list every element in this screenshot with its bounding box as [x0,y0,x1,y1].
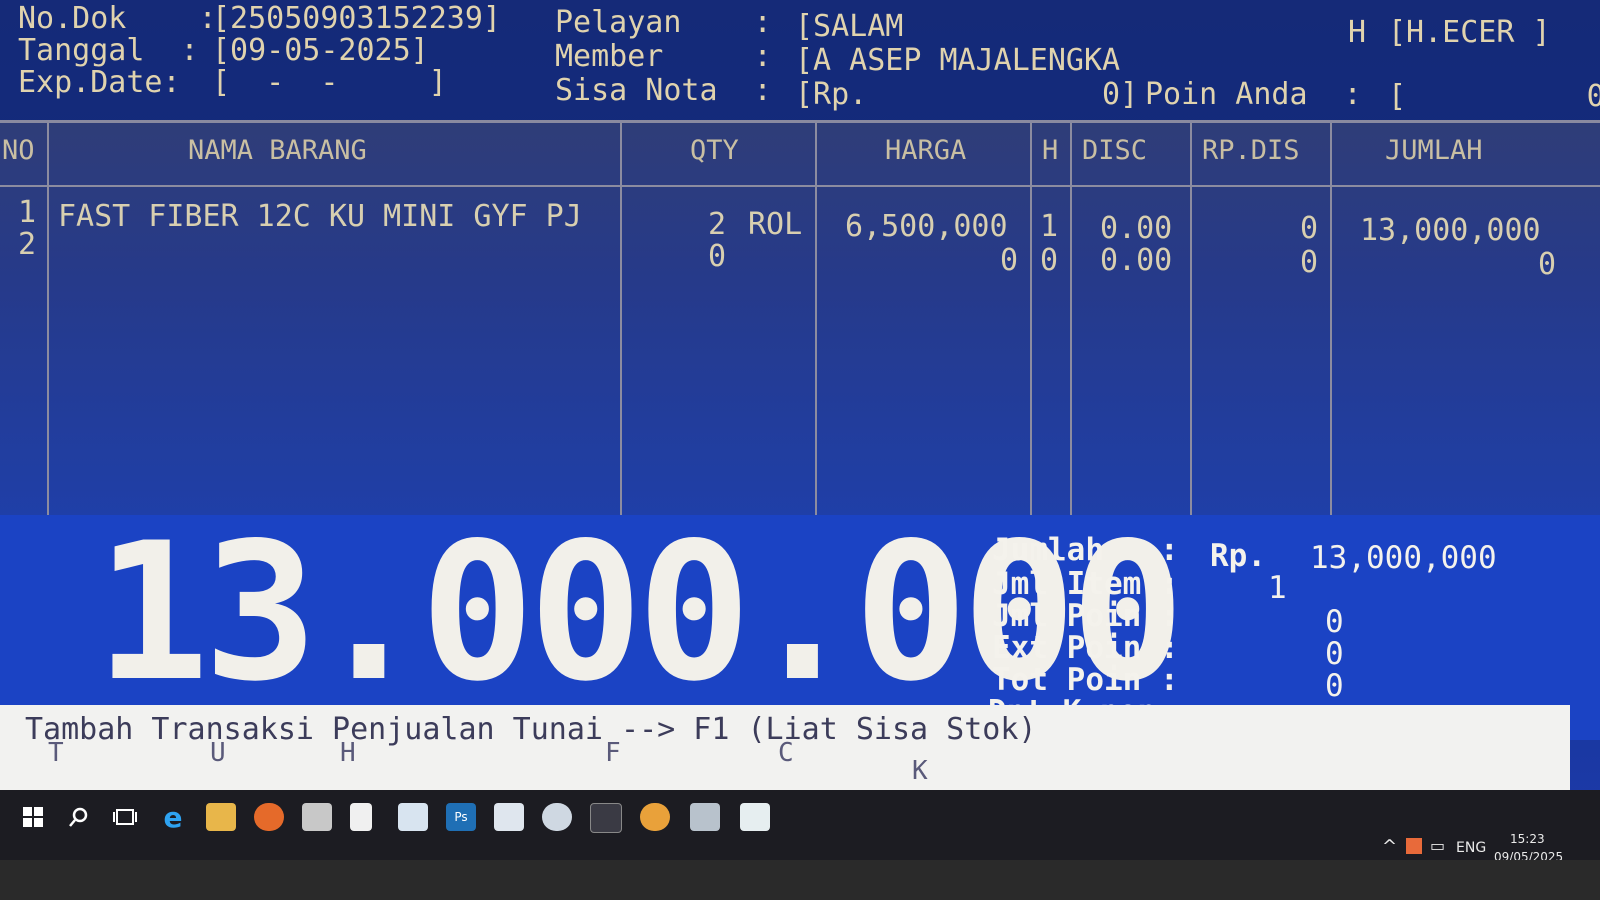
no-dok-label: No.Dok : [18,1,217,36]
row-no: 2 [18,227,37,262]
hotkey-h: H [340,738,356,768]
jml-item-value: 1 [1268,570,1287,606]
pelayan-field[interactable]: [SALAM [795,12,903,42]
exp-date-label: Exp.Date: [18,65,181,100]
no-dok-field[interactable]: [25050903152239] [212,4,501,34]
app-icon-4[interactable] [542,803,572,831]
pelayan-label: Pelayan : [555,5,772,40]
search-icon[interactable] [64,803,94,831]
row-harga: 0 [1000,243,1019,278]
jml-item-label: Jml Item : [992,566,1179,602]
row-nama-barang: FAST FIBER 12C KU MINI GYF PJ [58,199,582,234]
poin-anda-field: [ 0] [1388,79,1600,114]
jml-poin-label: Jml Poin : [992,598,1179,634]
jumlah-value: 13,000,000 [1310,540,1497,576]
app-icon-3[interactable] [494,803,524,831]
ext-poin-label: Ext Poin : [992,630,1179,666]
ext-poin-value: 0 [1325,636,1344,672]
tot-poin-value: 0 [1325,668,1344,704]
col-header-disc: DISC [1082,135,1148,166]
row-unit: ROL [748,207,803,242]
row-qty: 2 [708,207,727,242]
row-h: 1 [1040,209,1059,244]
row-jumlah: 13,000,000 [1360,213,1541,248]
sisa-nota-label: Sisa Nota : [555,73,772,108]
file-explorer-icon[interactable] [206,803,236,831]
row-rp-dis: 0 [1300,245,1319,280]
tray-app-icon[interactable] [1406,838,1422,854]
network-icon[interactable]: ▭ [1430,836,1445,855]
chrome-icon[interactable] [640,803,670,831]
row-disc: 0.00 [1100,211,1173,246]
row-harga: 6,500,000 [845,209,1008,244]
col-header-nama-barang: NAMA BARANG [188,135,367,166]
row-qty: 0 [708,239,727,274]
hotkey-u: U [210,738,226,768]
row-h: 0 [1040,243,1059,278]
member-label: Member : [555,39,772,74]
member-field[interactable]: [A ASEP MAJALENGKA [795,46,1120,76]
app-icon-5[interactable] [690,803,720,831]
jumlah-label: Jumlah : [992,532,1179,568]
hotkey-f: F [605,738,621,768]
poin-anda-label: Poin Anda : [1145,77,1362,112]
firefox-icon[interactable] [254,803,284,831]
task-view-icon[interactable] [110,803,140,831]
chevron-up-icon[interactable]: ^ [1382,836,1397,857]
harga-type-label: H [1348,15,1367,50]
exp-date-field[interactable]: [ - - ] [212,68,447,98]
jumlah-currency: Rp. [1210,538,1266,574]
tot-poin-label: Tot Poin : [992,662,1179,698]
hotkey-k: K [912,756,928,786]
terminal-icon[interactable] [590,803,622,833]
windows-taskbar [0,790,1600,860]
col-header-no: NO [2,135,35,166]
row-rp-dis: 0 [1300,211,1319,246]
pos-screen: No.Dok : [25050903152239] Tanggal : [09-… [0,0,1600,810]
tanggal-label: Tanggal : [18,33,199,68]
edge-browser-icon[interactable]: e [158,801,188,834]
app-icon-2[interactable] [398,803,428,831]
jml-poin-value: 0 [1325,604,1344,640]
sisa-nota-field: [Rp. 0] [795,77,1139,112]
col-header-jumlah: JUMLAH [1385,135,1483,166]
windows-start-icon[interactable] [18,803,48,831]
app-icon-6[interactable] [740,803,770,831]
col-header-qty: QTY [690,135,739,166]
language-indicator[interactable]: ENG [1456,840,1486,856]
app-icon-1[interactable] [302,803,332,831]
row-disc: 0.00 [1100,243,1173,278]
clock-time[interactable]: 15:23 [1510,832,1545,846]
harga-type-field[interactable]: [H.ECER ] [1388,18,1551,48]
row-no: 1 [18,195,37,230]
hotkey-t: T [48,738,64,768]
hotkey-c: C [778,738,794,768]
items-table: NO NAMA BARANG QTY HARGA H DISC RP.DIS J… [0,120,1600,521]
status-message: Tambah Transaksi Penjualan Tunai --> F1 … [25,712,1037,747]
monitor-bezel [0,860,1600,900]
col-header-rp-dis: RP.DIS [1202,135,1300,166]
photoshop-icon[interactable]: Ps [446,803,476,831]
col-header-harga: HARGA [885,135,967,166]
col-header-h: H [1042,135,1059,166]
tanggal-field[interactable]: [09-05-2025] [212,36,429,66]
notepad-icon[interactable] [350,803,372,831]
row-jumlah: 0 [1538,247,1557,282]
